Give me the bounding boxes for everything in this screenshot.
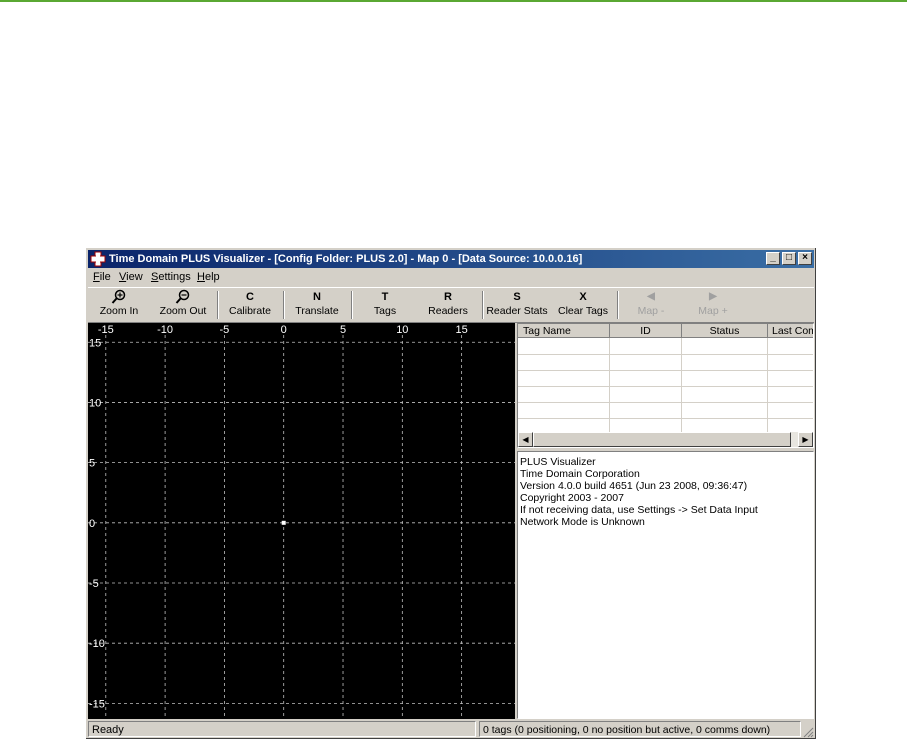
x-tick-label: -5 xyxy=(220,324,230,336)
column-divider xyxy=(609,338,610,433)
menu-settings[interactable]: Settings xyxy=(151,271,191,283)
scroll-left-arrow-icon[interactable]: ◀ xyxy=(518,432,533,447)
menu-help[interactable]: Help xyxy=(197,271,220,283)
log-line: Time Domain Corporation xyxy=(520,468,640,480)
zoom-out-label: Zoom Out xyxy=(159,305,207,317)
x-tick-label: 0 xyxy=(281,324,287,336)
column-divider xyxy=(681,338,682,433)
col-header-tag-name[interactable]: Tag Name xyxy=(518,324,610,338)
x-tick-label: 5 xyxy=(340,324,346,336)
clear-tags-label: Clear Tags xyxy=(558,305,608,317)
table-row xyxy=(518,402,813,403)
reader-stats-label: Reader Stats xyxy=(486,305,548,317)
reader-stats-button[interactable]: S Reader Stats xyxy=(484,289,550,321)
window-title: Time Domain PLUS Visualizer - [Config Fo… xyxy=(109,253,583,265)
status-text: Ready xyxy=(88,721,476,737)
map-minus-label: Map - xyxy=(637,305,665,317)
x-tick-label: -10 xyxy=(157,324,173,336)
col-header-last-comm[interactable]: Last Comm xyxy=(768,324,813,338)
arrow-left-icon: ◀ xyxy=(647,291,655,302)
x-tick-label: -15 xyxy=(98,324,114,336)
resize-grip-icon[interactable] xyxy=(802,726,814,738)
menu-bar: File View Settings Help xyxy=(88,269,814,286)
maximize-button[interactable]: □ xyxy=(782,252,796,265)
arrow-right-icon: ▶ xyxy=(709,291,717,302)
app-window: Time Domain PLUS Visualizer - [Config Fo… xyxy=(85,247,817,740)
tag-count-status: 0 tags (0 positioning, 0 no position but… xyxy=(479,721,801,737)
y-tick-label: 10 xyxy=(89,397,101,409)
log-line: Network Mode is Unknown xyxy=(520,516,645,528)
scroll-right-arrow-icon[interactable]: ▶ xyxy=(798,432,813,447)
app-cross-icon xyxy=(90,251,106,267)
calibrate-icon: C xyxy=(246,291,254,303)
translate-icon: N xyxy=(313,291,321,303)
reader-stats-icon: S xyxy=(513,291,521,303)
toolbar-separator xyxy=(283,291,285,319)
calibrate-label: Calibrate xyxy=(228,305,272,317)
menu-view-label: iew xyxy=(126,271,143,283)
toolbar-separator xyxy=(617,291,619,319)
tags-button[interactable]: T Tags xyxy=(356,289,414,321)
zoom-in-label: Zoom In xyxy=(99,305,139,317)
readers-button[interactable]: R Readers xyxy=(418,289,478,321)
clear-tags-button[interactable]: X Clear Tags xyxy=(553,289,613,321)
menu-help-accel: H xyxy=(197,271,205,283)
menu-file[interactable]: File xyxy=(93,271,111,283)
position-map-canvas[interactable]: -15 -10 -5 0 5 10 15 15 10 5 0 -5 -10 -15 xyxy=(88,323,515,719)
toolbar-separator xyxy=(217,291,219,319)
y-tick-label: 15 xyxy=(89,337,101,349)
map-plus-button[interactable]: ▶ Map + xyxy=(684,289,742,321)
col-header-id[interactable]: ID xyxy=(610,324,682,338)
log-line: PLUS Visualizer xyxy=(520,456,596,468)
table-row xyxy=(518,354,813,355)
translate-button[interactable]: N Translate xyxy=(286,289,348,321)
menu-view[interactable]: View xyxy=(119,271,143,283)
readers-label: Readers xyxy=(428,305,468,317)
x-tick-label: 10 xyxy=(396,324,408,336)
log-line: Copyright 2003 - 2007 xyxy=(520,492,624,504)
message-log: PLUS Visualizer Time Domain Corporation … xyxy=(517,451,814,719)
y-tick-label: -10 xyxy=(89,638,105,650)
top-accent-rule xyxy=(0,0,907,2)
zoom-out-button[interactable]: Zoom Out xyxy=(154,289,212,321)
calibrate-button[interactable]: C Calibrate xyxy=(220,289,280,321)
column-divider xyxy=(767,338,768,433)
table-row xyxy=(518,370,813,371)
toolbar-separator xyxy=(351,291,353,319)
map-minus-button[interactable]: ◀ Map - xyxy=(622,289,680,321)
zoom-in-button[interactable]: Zoom In xyxy=(93,289,145,321)
y-tick-label: -5 xyxy=(89,578,99,590)
title-bar[interactable]: Time Domain PLUS Visualizer - [Config Fo… xyxy=(88,250,814,268)
menu-help-label: elp xyxy=(204,271,220,283)
log-line: Version 4.0.0 build 4651 (Jun 23 2008, 0… xyxy=(520,480,748,492)
map-plus-label: Map + xyxy=(698,305,728,317)
log-line: If not receiving data, use Settings -> S… xyxy=(520,504,758,516)
x-tick-label: 15 xyxy=(456,324,468,336)
table-row xyxy=(518,386,813,387)
minimize-button[interactable]: _ xyxy=(766,252,780,265)
tags-table: Tag Name ID Status Last Comm ◀ ▶ xyxy=(517,323,814,448)
table-row xyxy=(518,418,813,419)
toolbar: Zoom In Zoom Out C Calibrate N Translate… xyxy=(88,287,814,323)
tags-label: Tags xyxy=(373,305,397,317)
col-header-status[interactable]: Status xyxy=(682,324,768,338)
scroll-thumb[interactable] xyxy=(533,432,791,447)
y-tick-label: 0 xyxy=(89,518,95,530)
horizontal-scrollbar[interactable]: ◀ ▶ xyxy=(518,432,813,447)
zoom-in-icon xyxy=(111,289,126,304)
clear-tags-icon: X xyxy=(579,291,587,303)
status-bar: Ready 0 tags (0 positioning, 0 no positi… xyxy=(88,720,814,738)
zoom-out-icon xyxy=(175,289,190,304)
y-tick-label: 5 xyxy=(89,458,95,470)
tags-icon: T xyxy=(381,291,389,303)
close-button[interactable]: × xyxy=(798,252,812,265)
translate-label: Translate xyxy=(295,305,339,317)
menu-settings-label: ettings xyxy=(158,271,191,283)
menu-file-accel: F xyxy=(93,271,100,283)
origin-marker xyxy=(281,520,286,525)
readers-icon: R xyxy=(444,291,452,303)
y-tick-label: -15 xyxy=(89,698,105,710)
menu-file-label: ile xyxy=(99,271,111,283)
